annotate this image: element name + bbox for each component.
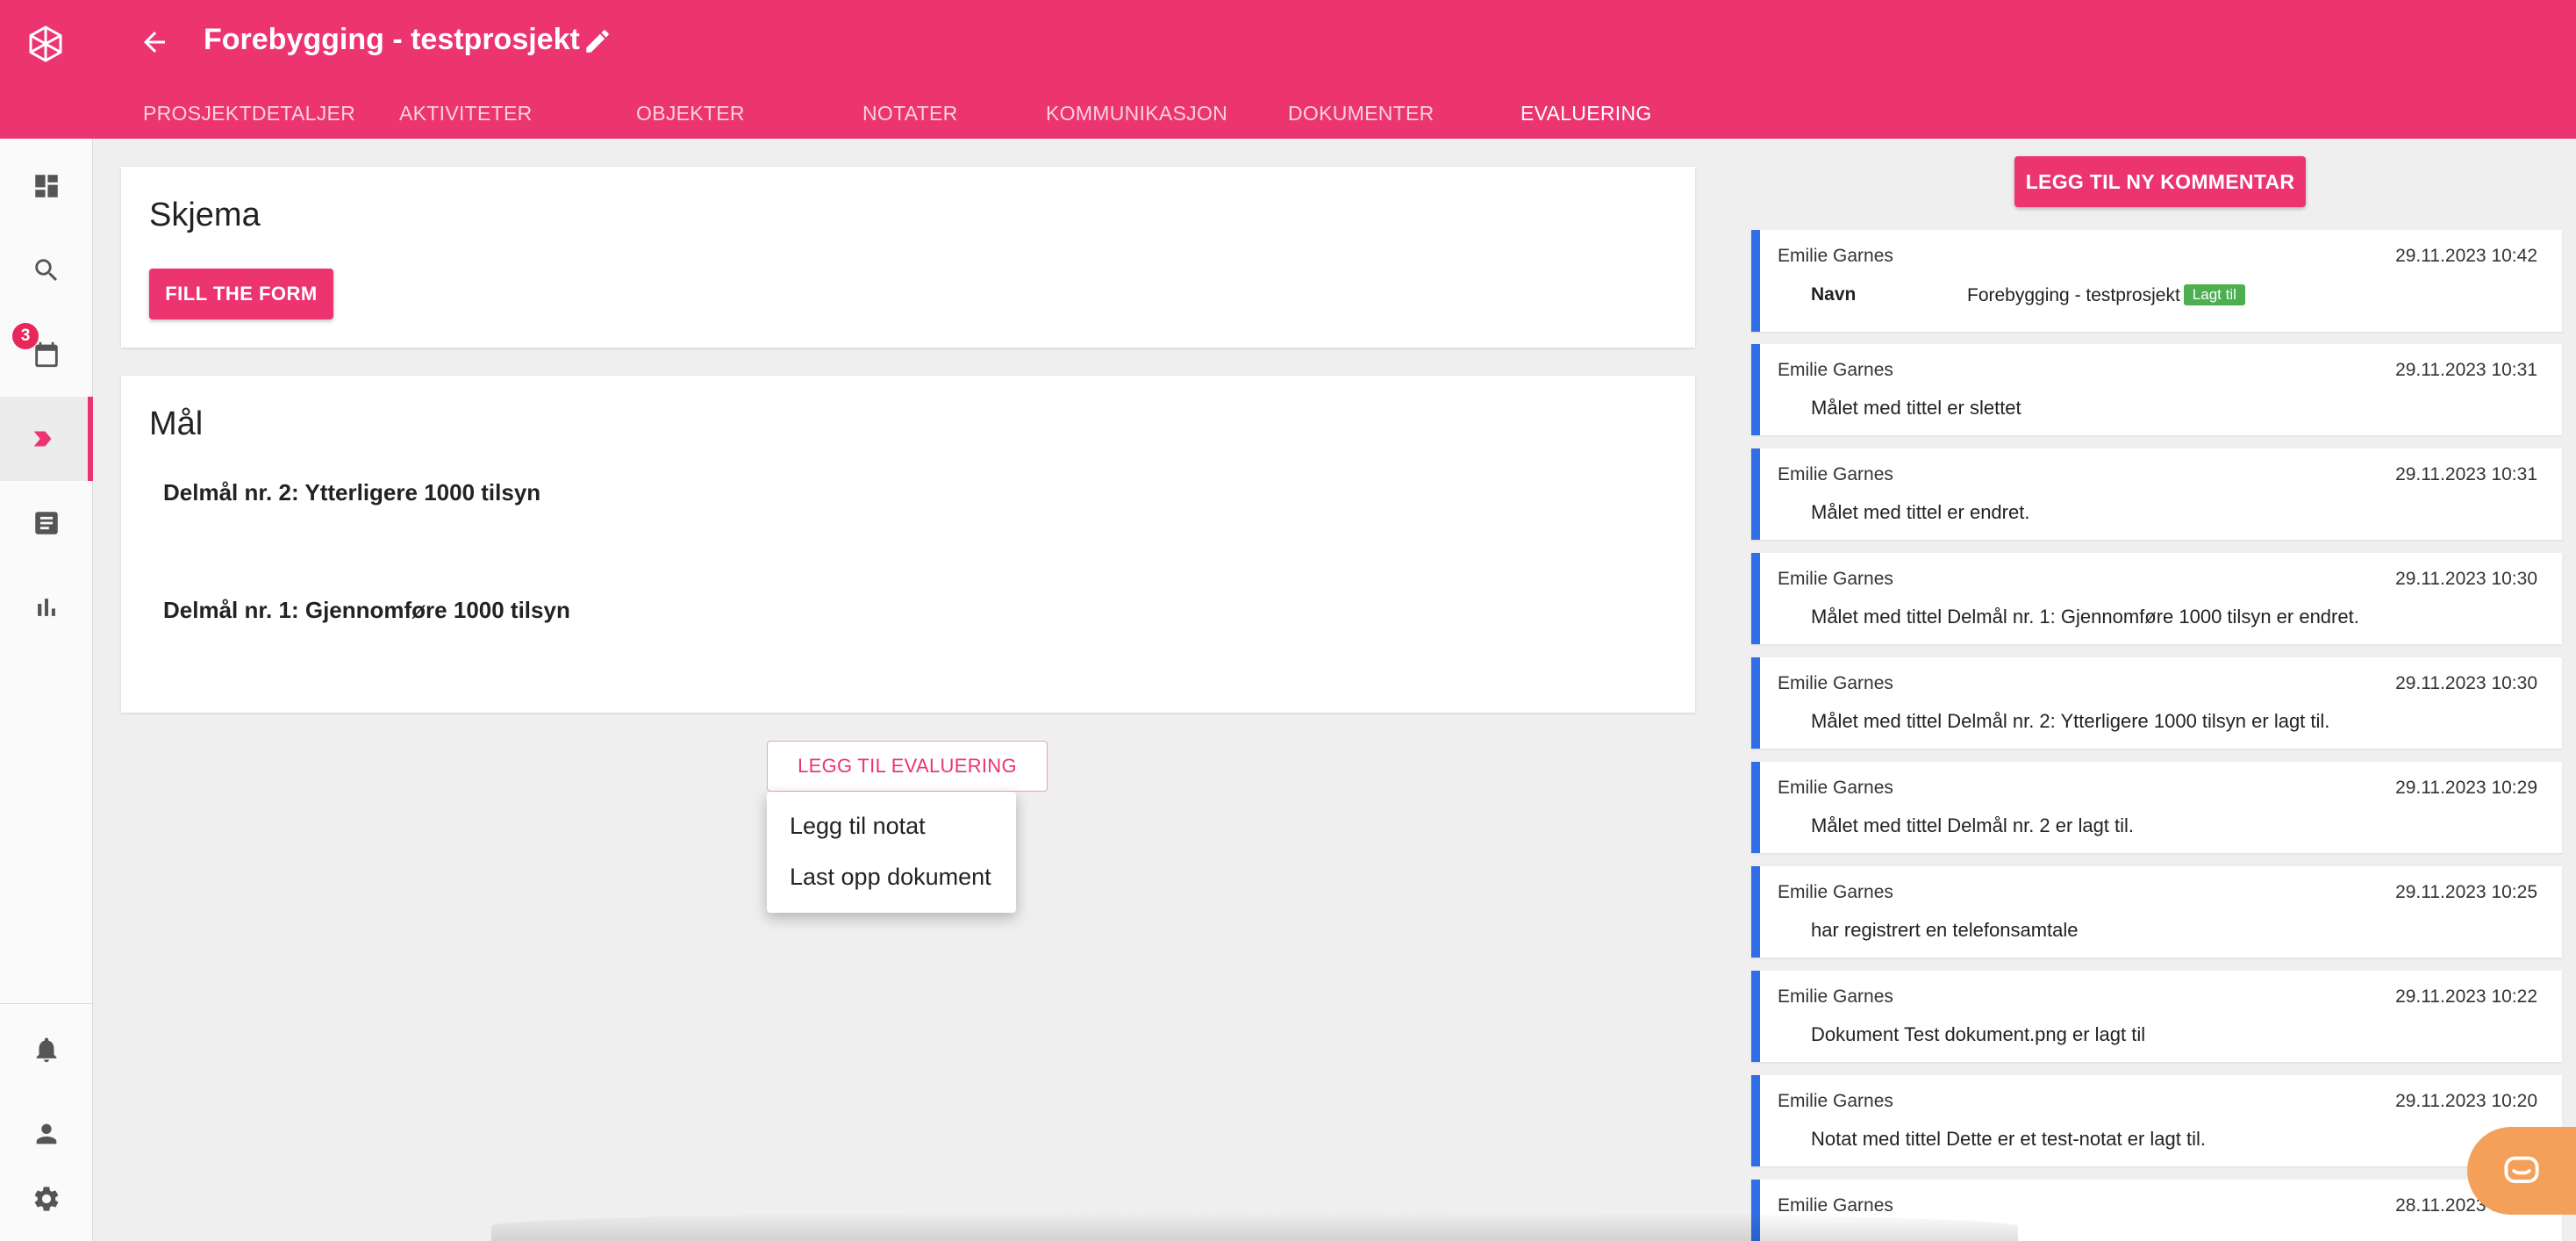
comment-text: Målet med tittel Delmål nr. 2 er lagt ti… xyxy=(1811,814,2135,836)
chat-icon xyxy=(2504,1156,2539,1184)
comment-time: 29.11.2023 10:30 xyxy=(2395,569,2537,589)
comment-author: Emilie Garnes xyxy=(1778,360,1893,380)
comment-item: Emilie Garnes 29.11.2023 10:30 Målet med… xyxy=(1751,657,2562,749)
tab-kommunikasjon[interactable]: KOMMUNIKASJON xyxy=(1046,102,1227,126)
sidebar-item-dashboard[interactable] xyxy=(0,144,93,228)
comment-author: Emilie Garnes xyxy=(1778,986,1893,1007)
comment-item: Emilie Garnes 29.11.2023 10:25 har regis… xyxy=(1751,866,2562,958)
comment-text: Målet med tittel Delmål nr. 1: Gjennomfø… xyxy=(1811,606,2359,628)
goal-item: Delmål nr. 1: Gjennomføre 1000 tilsyn xyxy=(163,597,570,623)
tab-evaluering[interactable]: EVALUERING xyxy=(1521,102,1652,126)
schema-card: Skjema FILL THE FORM xyxy=(121,167,1695,348)
sidebar-item-notifications[interactable] xyxy=(0,1008,93,1092)
comment-time: 29.11.2023 10:29 xyxy=(2395,778,2537,798)
sidebar-item-settings[interactable] xyxy=(0,1157,93,1241)
goals-title: Mål xyxy=(149,405,204,442)
comment-time: 29.11.2023 10:30 xyxy=(2395,673,2537,693)
chat-launcher-button[interactable] xyxy=(2467,1127,2576,1215)
edit-pencil-icon[interactable] xyxy=(583,26,612,56)
sidebar-item-list[interactable] xyxy=(0,481,93,565)
bell-icon xyxy=(36,1037,57,1063)
comment-author: Emilie Garnes xyxy=(1778,464,1893,484)
calendar-icon xyxy=(35,341,58,368)
comment-author: Emilie Garnes xyxy=(1778,1195,1893,1216)
tab-aktiviteter[interactable]: AKTIVITETER xyxy=(399,102,533,126)
goal-item: Delmål nr. 2: Ytterligere 1000 tilsyn xyxy=(163,479,541,506)
tab-prosjektdetaljer[interactable]: PROSJEKTDETALJER xyxy=(143,102,355,126)
menu-item-add-note[interactable]: Legg til notat xyxy=(790,813,926,840)
comment-author: Emilie Garnes xyxy=(1778,569,1893,589)
project-arrow-icon xyxy=(33,431,52,447)
evaluation-dropdown-menu: Legg til notat Last opp dokument xyxy=(767,792,1016,913)
bar-chart-icon xyxy=(38,599,55,616)
sidebar-item-statistics[interactable] xyxy=(0,565,93,649)
comment-text: Målet med tittel er slettet xyxy=(1811,397,2021,419)
comment-item: Emilie Garnes 29.11.2023 10:31 Målet med… xyxy=(1751,344,2562,435)
fill-form-button[interactable]: FILL THE FORM xyxy=(149,269,333,319)
calendar-badge: 3 xyxy=(12,323,39,349)
comment-author: Emilie Garnes xyxy=(1778,246,1893,266)
comment-item: Emilie Garnes 29.11.2023 10:29 Målet med… xyxy=(1751,762,2562,853)
project-tabs: PROSJEKTDETALJER AKTIVITETER OBJEKTER NO… xyxy=(0,98,1755,139)
comment-item: Emilie Garnes 29.11.2023 10:31 Målet med… xyxy=(1751,448,2562,540)
comment-text: Dokument Test dokument.png er lagt til xyxy=(1811,1023,2146,1045)
comment-time: 29.11.2023 10:42 xyxy=(2395,246,2537,266)
list-icon xyxy=(35,512,58,534)
schema-title: Skjema xyxy=(149,197,261,233)
comment-text: har registrert en telefonsamtale xyxy=(1811,919,2079,941)
tab-notater[interactable]: NOTATER xyxy=(862,102,958,126)
sidebar-item-calendar[interactable]: 3 xyxy=(0,312,93,397)
add-comment-button[interactable]: LEGG TIL NY KOMMENTAR xyxy=(2014,156,2306,207)
comment-text: Målet med tittel Delmål nr. 2: Ytterlige… xyxy=(1811,710,2330,732)
comment-item: Emilie Garnes 29.11.2023 10:20 Notat med… xyxy=(1751,1075,2562,1166)
comment-item: Emilie Garnes 29.11.2023 10:30 Målet med… xyxy=(1751,553,2562,644)
comment-author: Emilie Garnes xyxy=(1778,778,1893,798)
app-logo-icon[interactable] xyxy=(26,25,65,63)
comment-author: Emilie Garnes xyxy=(1778,1091,1893,1111)
project-title: Forebygging - testprosjekt xyxy=(204,23,580,56)
person-icon xyxy=(36,1123,57,1144)
left-navigation-rail: 3 xyxy=(0,139,93,1241)
tab-objekter[interactable]: OBJEKTER xyxy=(636,102,745,126)
status-badge: Lagt til xyxy=(2183,284,2245,305)
comment-value-text: Forebygging - testprosjekt xyxy=(1967,285,2180,305)
comment-item: Emilie Garnes 29.11.2023 10:42 Navn Fore… xyxy=(1751,230,2562,332)
comment-time: 29.11.2023 10:25 xyxy=(2395,882,2537,902)
comment-time: 29.11.2023 10:20 xyxy=(2395,1091,2537,1111)
comment-time: 29.11.2023 10:31 xyxy=(2395,360,2537,380)
goals-card: Mål Delmål nr. 2: Ytterligere 1000 tilsy… xyxy=(121,376,1695,713)
comment-author: Emilie Garnes xyxy=(1778,673,1893,693)
gear-icon xyxy=(34,1187,59,1211)
comment-text: Notat med tittel Dette er et test-notat … xyxy=(1811,1128,2206,1150)
rail-divider xyxy=(0,1003,93,1004)
comment-field-value: Forebygging - testprosjekt Lagt til xyxy=(1967,284,2245,306)
comment-item: Emilie Garnes 29.11.2023 10:22 Dokument … xyxy=(1751,971,2562,1062)
comment-text: Målet med tittel er endret. xyxy=(1811,501,2030,523)
sidebar-item-projects[interactable] xyxy=(0,397,93,481)
comment-field-key: Navn xyxy=(1811,284,1857,305)
comment-time: 29.11.2023 10:31 xyxy=(2395,464,2537,484)
comment-time: 29.11.2023 10:22 xyxy=(2395,986,2537,1007)
bottom-scroll-shadow xyxy=(491,1211,2018,1241)
add-evaluation-button[interactable]: LEGG TIL EVALUERING xyxy=(767,741,1048,792)
menu-item-upload-document[interactable]: Last opp dokument xyxy=(790,864,991,891)
tab-dokumenter[interactable]: DOKUMENTER xyxy=(1288,102,1435,126)
back-arrow-icon[interactable] xyxy=(139,26,170,58)
search-icon xyxy=(35,259,58,282)
dashboard-icon xyxy=(35,175,58,197)
comment-author: Emilie Garnes xyxy=(1778,882,1893,902)
sidebar-item-search[interactable] xyxy=(0,228,93,312)
app-header: Forebygging - testprosjekt PROSJEKTDETAL… xyxy=(0,0,2576,139)
